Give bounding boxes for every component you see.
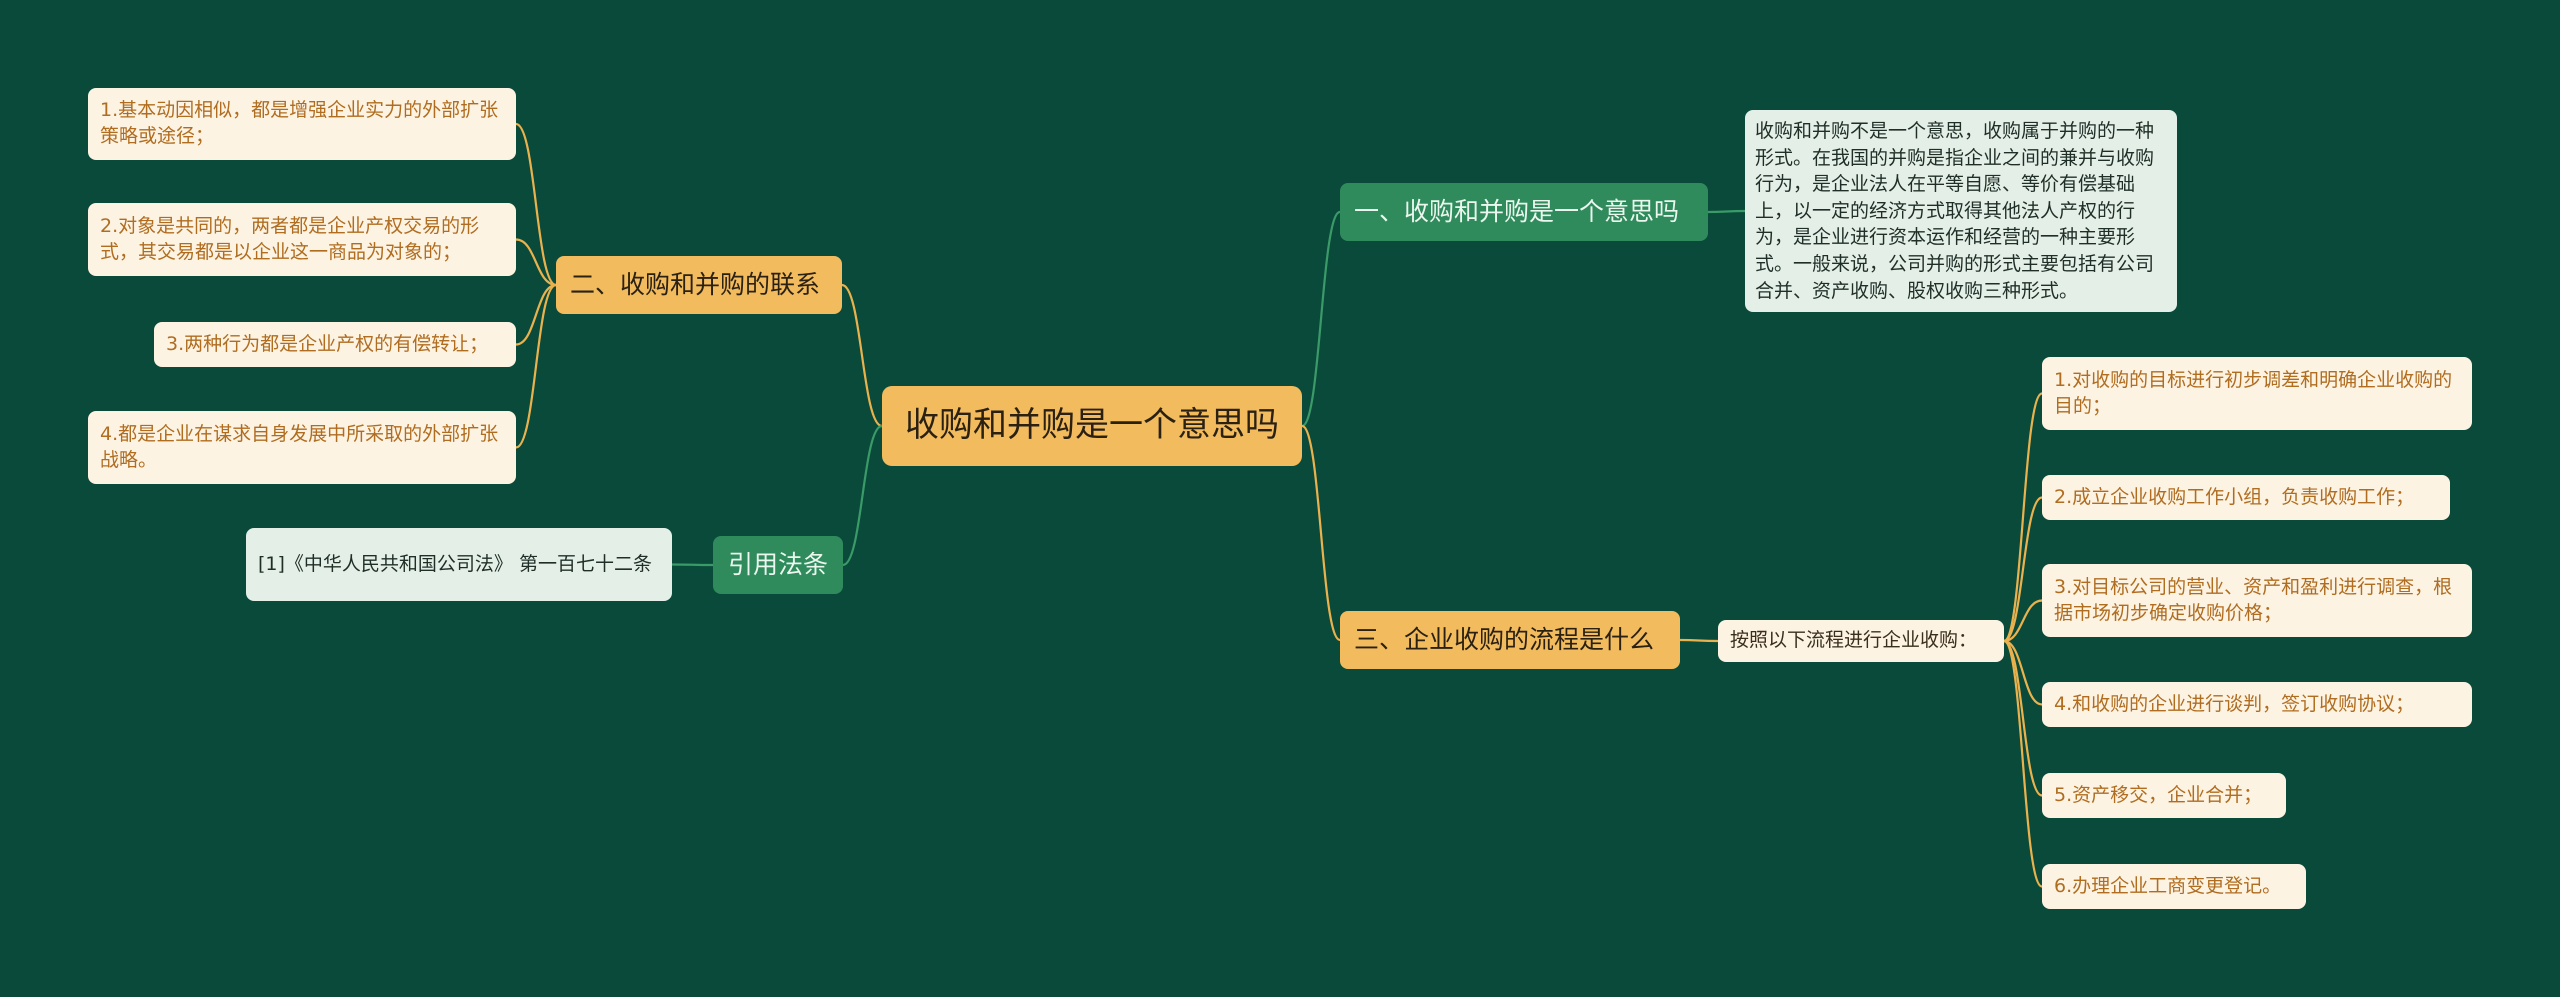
process-step-6[interactable]: 6.办理企业工商变更登记。	[2042, 864, 2306, 909]
mindmap-canvas: 收购和并购是一个意思吗 一、收购和并购是一个意思吗 收购和并购不是一个意思，收购…	[0, 0, 2560, 997]
reference-law-item[interactable]: [1]《中华人民共和国公司法》 第一百七十二条	[246, 528, 672, 601]
link-root-ref	[842, 424, 883, 567]
link-b1-desc	[1707, 209, 1746, 214]
link-b3-intro	[1679, 638, 1719, 643]
process-step-3[interactable]: 3.对目标公司的营业、资产和盈利进行调查，根据市场初步确定收购价格；	[2042, 564, 2472, 637]
branch-2-item-2[interactable]: 2.对象是共同的，两者都是企业产权交易的形式，其交易都是以企业这一商品为对象的；	[88, 203, 516, 276]
process-step-2[interactable]: 2.成立企业收购工作小组，负责收购工作；	[2042, 475, 2450, 520]
link-ref-item	[671, 563, 714, 567]
link-b2-item-4	[515, 283, 557, 449]
root-topic[interactable]: 收购和并购是一个意思吗	[882, 386, 1302, 466]
link-root-b3	[1301, 424, 1341, 642]
branch-topic-1[interactable]: 一、收购和并购是一个意思吗	[1340, 183, 1708, 241]
process-step-4[interactable]: 4.和收购的企业进行谈判，签订收购协议；	[2042, 682, 2472, 727]
link-b3-step-6	[2002, 639, 2044, 888]
branch-topic-2[interactable]: 二、收购和并购的联系	[556, 256, 842, 314]
process-step-5[interactable]: 5.资产移交，企业合并；	[2042, 773, 2286, 818]
branch-2-item-4[interactable]: 4.都是企业在谋求自身发展中所采取的外部扩张战略。	[88, 411, 516, 484]
link-root-b1	[1301, 210, 1341, 428]
branch-3-intro[interactable]: 按照以下流程进行企业收购：	[1718, 620, 2004, 662]
process-step-1[interactable]: 1.对收购的目标进行初步调差和明确企业收购的目的；	[2042, 357, 2472, 430]
link-root-b2	[841, 283, 883, 428]
link-b2-item-3	[515, 283, 557, 346]
branch-2-item-3[interactable]: 3.两种行为都是企业产权的有偿转让；	[154, 322, 516, 367]
branch-topic-3[interactable]: 三、企业收购的流程是什么	[1340, 611, 1680, 669]
reference-topic[interactable]: 引用法条	[713, 536, 843, 594]
branch-2-item-1[interactable]: 1.基本动因相似，都是增强企业实力的外部扩张策略或途径；	[88, 88, 516, 160]
branch-1-description[interactable]: 收购和并购不是一个意思，收购属于并购的一种形式。在我国的并购是指企业之间的兼并与…	[1745, 110, 2177, 312]
link-b3-step-1	[2002, 392, 2044, 643]
